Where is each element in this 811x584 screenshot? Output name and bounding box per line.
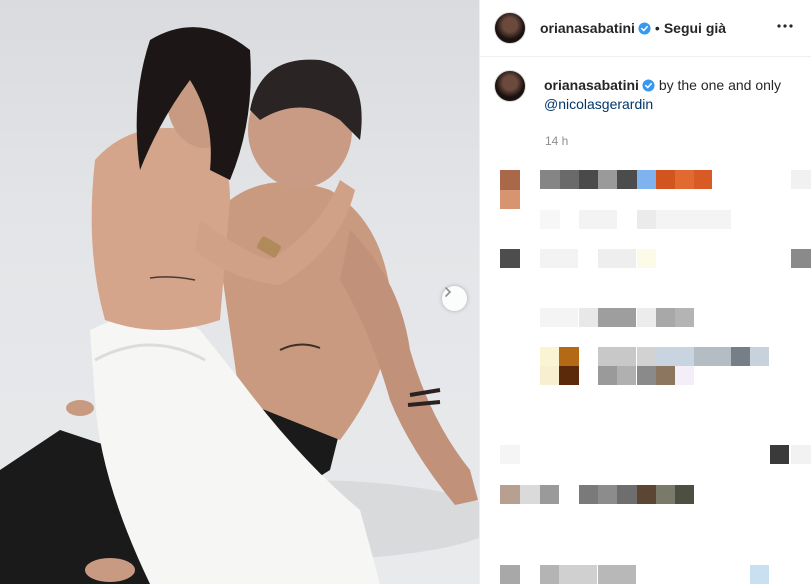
follow-status-button[interactable]: Segui già — [664, 20, 726, 36]
next-image-button[interactable] — [442, 286, 467, 311]
caption-author-avatar[interactable] — [494, 70, 526, 102]
post-sidebar: orianasabatini • Segui già orianasabatin… — [480, 0, 811, 584]
chevron-right-icon — [445, 287, 452, 297]
verified-badge-icon — [638, 21, 651, 35]
post-photo[interactable] — [0, 0, 479, 584]
caption-author-username[interactable]: orianasabatini — [544, 77, 639, 93]
post-caption: orianasabatini by the one and only @nico… — [480, 70, 811, 114]
post-timestamp: 14 h — [545, 134, 569, 148]
post-header: orianasabatini • Segui già — [480, 0, 811, 57]
separator-dot: • — [654, 20, 660, 36]
author-avatar[interactable] — [494, 12, 526, 44]
more-options-icon[interactable] — [775, 16, 795, 36]
caption-mention-link[interactable]: @nicolasgerardin — [544, 96, 653, 112]
caption-text: by the one and only — [658, 77, 782, 93]
verified-badge-icon — [642, 79, 655, 92]
author-username[interactable]: orianasabatini — [540, 20, 635, 36]
post-image — [0, 27, 479, 584]
